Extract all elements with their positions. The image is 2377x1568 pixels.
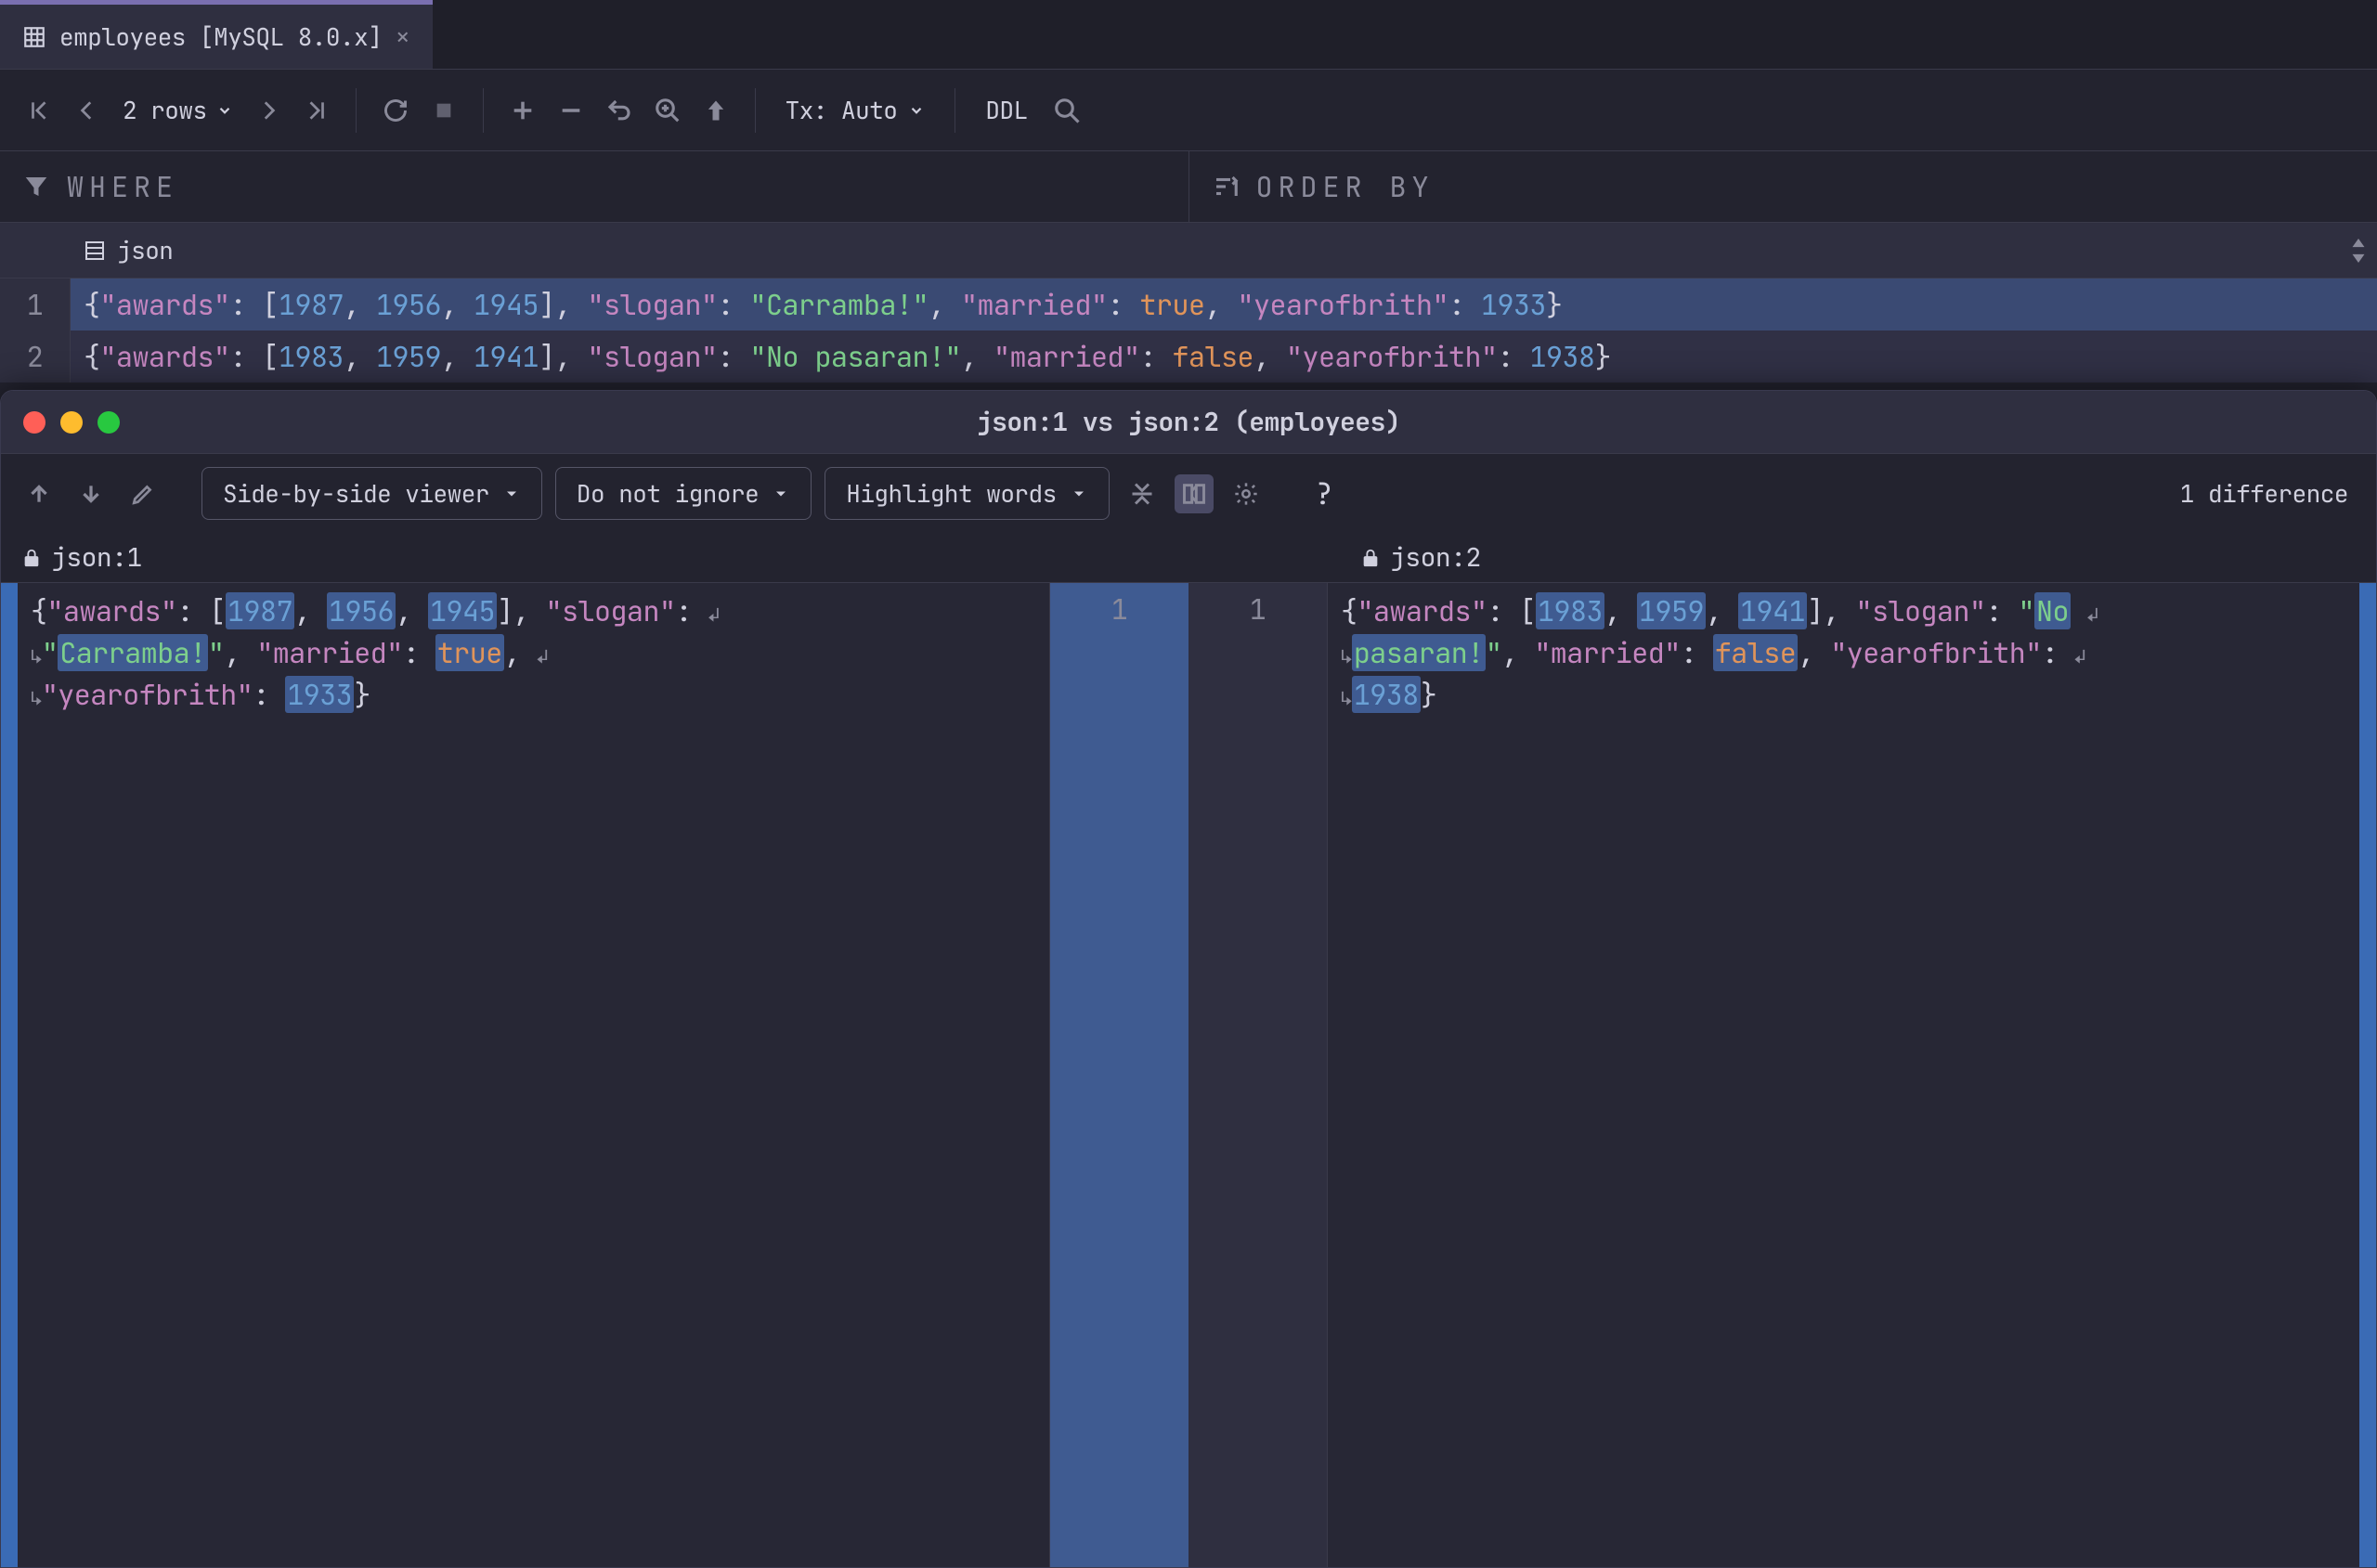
sort-updown-icon xyxy=(2350,239,2367,263)
close-tab-icon[interactable]: × xyxy=(395,19,409,54)
diff-gutters: 1 1 xyxy=(1049,583,1328,1567)
row-number: 1 xyxy=(0,279,71,330)
reload-button[interactable] xyxy=(373,88,418,133)
column-header[interactable]: json xyxy=(71,223,2340,278)
tx-mode-dropdown[interactable]: Tx: Auto xyxy=(773,94,939,126)
filter-icon xyxy=(22,173,50,201)
chevron-down-icon xyxy=(1070,485,1088,503)
stop-button[interactable] xyxy=(422,88,466,133)
ddl-label: DDL xyxy=(985,94,1027,126)
cell-json[interactable]: {"awards": [1987, 1956, 1945], "slogan":… xyxy=(71,279,2377,330)
tab-title: employees [MySQL 8.0.x] xyxy=(59,20,382,53)
tab-bar: employees [MySQL 8.0.x] × xyxy=(0,0,2377,70)
viewer-mode-label: Side-by-side viewer xyxy=(223,477,489,510)
prev-diff-button[interactable] xyxy=(19,474,58,513)
diff-count-label: 1 difference xyxy=(2180,477,2358,510)
chevron-down-icon xyxy=(772,485,790,503)
diff-left-pane[interactable]: {"awards": [1987, 1956, 1945], "slogan":… xyxy=(1,583,1049,1567)
sync-scroll-button[interactable] xyxy=(1175,474,1214,513)
window-zoom-button[interactable] xyxy=(97,411,120,434)
diff-right-pane[interactable]: {"awards": [1983, 1959, 1941], "slogan":… xyxy=(1328,583,2376,1567)
last-page-button[interactable] xyxy=(294,88,339,133)
diff-dialog: json:1 vs json:2 (employees) Side-by-sid… xyxy=(0,390,2377,1568)
first-page-button[interactable] xyxy=(17,88,61,133)
row-count-dropdown[interactable]: 2 rows xyxy=(113,94,242,126)
diff-right-content[interactable]: {"awards": [1983, 1959, 1941], "slogan":… xyxy=(1328,583,2359,1567)
dialog-titlebar[interactable]: json:1 vs json:2 (employees) xyxy=(1,391,2376,454)
delete-row-button[interactable] xyxy=(549,88,593,133)
grid-header: json xyxy=(0,223,2377,279)
add-row-button[interactable] xyxy=(500,88,545,133)
collapse-unchanged-button[interactable] xyxy=(1123,474,1162,513)
preview-pending-button[interactable] xyxy=(645,88,690,133)
highlight-mode-label: Highlight words xyxy=(846,477,1057,510)
dialog-title: json:1 vs json:2 (employees) xyxy=(1,405,2376,439)
filter-bar: WHERE ORDER BY xyxy=(0,151,2377,223)
orderby-label: ORDER BY xyxy=(1256,168,1435,205)
settings-button[interactable] xyxy=(1227,474,1266,513)
window-controls xyxy=(23,411,120,434)
diff-change-marker xyxy=(2359,583,2376,1567)
window-close-button[interactable] xyxy=(23,411,45,434)
diff-change-marker xyxy=(1,583,18,1567)
row-count-label: 2 rows xyxy=(123,94,207,126)
lock-icon xyxy=(21,548,42,568)
table-icon xyxy=(22,25,46,49)
next-diff-button[interactable] xyxy=(71,474,110,513)
diff-gutter-right: 1 xyxy=(1188,583,1327,1567)
column-name: json xyxy=(117,234,173,266)
tx-mode-label: Tx: Auto xyxy=(786,94,898,126)
where-label: WHERE xyxy=(67,168,178,205)
where-filter[interactable]: WHERE xyxy=(0,151,1189,222)
window-minimize-button[interactable] xyxy=(60,411,83,434)
data-toolbar: 2 rows Tx: Auto DDL xyxy=(0,70,2377,151)
column-sort-button[interactable] xyxy=(2340,239,2377,263)
help-button[interactable]: ? xyxy=(1305,474,1344,513)
editor-tab[interactable]: employees [MySQL 8.0.x] × xyxy=(0,0,433,69)
table-row[interactable]: 2 {"awards": [1983, 1959, 1941], "slogan… xyxy=(0,330,2377,382)
prev-page-button[interactable] xyxy=(65,88,110,133)
sort-icon xyxy=(1212,173,1240,201)
search-button[interactable] xyxy=(1045,88,1089,133)
revert-button[interactable] xyxy=(597,88,642,133)
edit-button[interactable] xyxy=(123,474,162,513)
ddl-button[interactable]: DDL xyxy=(972,94,1040,126)
column-json-icon xyxy=(84,240,106,262)
diff-left-content[interactable]: {"awards": [1987, 1956, 1945], "slogan":… xyxy=(18,583,1049,1567)
row-number: 2 xyxy=(0,330,71,382)
diff-gutter-left: 1 xyxy=(1050,583,1188,1567)
orderby-filter[interactable]: ORDER BY xyxy=(1189,151,2377,222)
right-file-label: json:2 xyxy=(1316,533,2376,582)
diff-file-bar: json:1 json:2 xyxy=(1,533,2376,583)
diff-toolbar: Side-by-side viewer Do not ignore Highli… xyxy=(1,454,2376,533)
ignore-mode-label: Do not ignore xyxy=(577,477,759,510)
next-page-button[interactable] xyxy=(246,88,291,133)
chevron-down-icon xyxy=(216,102,233,119)
submit-button[interactable] xyxy=(694,88,738,133)
left-file-label: json:1 xyxy=(1,533,1037,582)
chevron-down-icon xyxy=(908,102,925,119)
lock-icon xyxy=(1360,548,1381,568)
table-row[interactable]: 1 {"awards": [1987, 1956, 1945], "slogan… xyxy=(0,279,2377,330)
viewer-mode-dropdown[interactable]: Side-by-side viewer xyxy=(201,467,542,520)
highlight-mode-dropdown[interactable]: Highlight words xyxy=(825,467,1110,520)
chevron-down-icon xyxy=(502,485,521,503)
ignore-mode-dropdown[interactable]: Do not ignore xyxy=(555,467,812,520)
cell-json[interactable]: {"awards": [1983, 1959, 1941], "slogan":… xyxy=(71,330,2377,382)
diff-body: {"awards": [1987, 1956, 1945], "slogan":… xyxy=(1,583,2376,1567)
